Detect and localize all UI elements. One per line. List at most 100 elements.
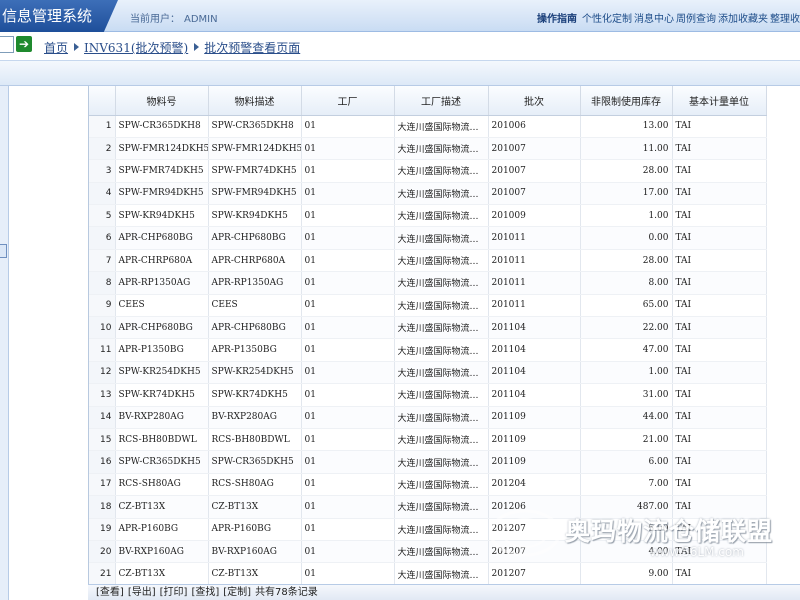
col-header-material-desc[interactable]: 物料描述 — [208, 86, 302, 116]
table-row[interactable]: 2 SPW-FMR124DKH5 SPW-FMR124DKH5 01 大连川盛国际物流…… — [89, 137, 767, 161]
table-row[interactable]: 16 SPW-CR365DKH5 SPW-CR365DKH5 01 大连川盛国际物流… 2… — [89, 450, 767, 474]
row-number: 11 — [89, 338, 116, 362]
col-header-material-no[interactable]: 物料号 — [115, 86, 209, 116]
cell-batch: 201207 — [488, 540, 581, 564]
cell-plant-desc: 大连川盛国际物流… — [394, 428, 489, 452]
col-header-unrestricted-stock[interactable]: 非限制使用库存 — [580, 86, 673, 116]
table-row[interactable]: 6 APR-CHP680BG APR-CHP680BG 01 大连川盛国际物流… 2010… — [89, 226, 767, 250]
table-row[interactable]: 12 SPW-KR254DKH5 SPW-KR254DKH5 01 大连川盛国际物流… 2… — [89, 361, 767, 385]
top-link-personalize[interactable]: 个性化定制 — [582, 14, 632, 25]
col-header-plant-desc[interactable]: 工厂描述 — [394, 86, 489, 116]
cell-material-no: APR-CHP680BG — [115, 316, 209, 340]
cell-material-no: SPW-CR365DKH8 — [115, 115, 209, 138]
cell-batch: 201109 — [488, 428, 581, 452]
cell-material-no: APR-RP1350AG — [115, 271, 209, 295]
table-row[interactable]: 13 SPW-KR74DKH5 SPW-KR74DKH5 01 大连川盛国际物流… 201… — [89, 383, 767, 407]
row-number: 10 — [89, 316, 116, 340]
cell-plant-desc: 大连川盛国际物流… — [394, 338, 489, 362]
cell-material-desc: APR-RP1350AG — [208, 271, 302, 295]
cell-batch: 201109 — [488, 450, 581, 474]
table-row[interactable]: 10 APR-CHP680BG APR-CHP680BG 01 大连川盛国际物流… 201… — [89, 316, 767, 340]
cell-material-no: APR-P160BG — [115, 518, 209, 541]
cell-unrestricted-stock: 44.00 — [580, 406, 673, 429]
row-number: 2 — [89, 137, 116, 161]
breadcrumb-arrow-icon — [194, 43, 200, 51]
breadcrumb-current-page[interactable]: 批次预警查看页面 — [204, 41, 300, 55]
cell-plant-desc: 大连川盛国际物流… — [394, 562, 489, 586]
cell-base-unit: TAI — [672, 115, 767, 138]
cell-batch: 201006 — [488, 115, 581, 138]
cell-plant: 01 — [301, 518, 395, 541]
cell-unrestricted-stock: 13.00 — [580, 115, 673, 138]
cell-material-no: RCS-BH80BDWL — [115, 428, 209, 452]
cell-material-no: APR-CHP680BG — [115, 226, 209, 250]
cell-batch: 201007 — [488, 137, 581, 161]
table-row[interactable]: 11 APR-P1350BG APR-P1350BG 01 大连川盛国际物流… 20110… — [89, 338, 767, 362]
cell-batch: 201206 — [488, 495, 581, 519]
top-link-weekly-query[interactable]: 周例查询 — [676, 14, 716, 25]
cell-material-desc: APR-CHP680BG — [208, 316, 302, 340]
go-arrow-icon[interactable]: ➔ — [16, 36, 32, 52]
cell-plant: 01 — [301, 406, 395, 429]
cell-material-no: SPW-KR254DKH5 — [115, 361, 209, 385]
col-header-plant[interactable]: 工厂 — [301, 86, 395, 116]
cell-batch: 201011 — [488, 271, 581, 295]
table-row[interactable]: 8 APR-RP1350AG APR-RP1350AG 01 大连川盛国际物流… 2010… — [89, 271, 767, 295]
cell-base-unit: TAI — [672, 226, 767, 250]
cell-material-no: SPW-KR74DKH5 — [115, 383, 209, 407]
find-button[interactable]: [查找] — [191, 587, 219, 598]
cell-base-unit: TAI — [672, 361, 767, 385]
table-row[interactable]: 18 CZ-BT13X CZ-BT13X 01 大连川盛国际物流… 201206 487.0… — [89, 495, 767, 519]
print-button[interactable]: [打印] — [160, 587, 188, 598]
row-number: 5 — [89, 204, 116, 228]
table-row[interactable]: 3 SPW-FMR74DKH5 SPW-FMR74DKH5 01 大连川盛国际物流… 20… — [89, 159, 767, 183]
table-row[interactable]: 14 BV-RXP280AG BV-RXP280AG 01 大连川盛国际物流… 20110… — [89, 406, 767, 429]
cell-material-no: CZ-BT13X — [115, 495, 209, 519]
cell-unrestricted-stock: 1.00 — [580, 361, 673, 385]
breadcrumb-module[interactable]: INV631(批次预警) — [84, 41, 188, 55]
quick-jump-input[interactable] — [0, 36, 14, 53]
table-row[interactable]: 20 BV-RXP160AG BV-RXP160AG 01 大连川盛国际物流… 20120… — [89, 540, 767, 564]
view-button[interactable]: [查看] — [96, 587, 124, 598]
breadcrumb-home[interactable]: 首页 — [44, 41, 68, 55]
col-header-batch[interactable]: 批次 — [488, 86, 581, 116]
cell-material-desc: CZ-BT13X — [208, 562, 302, 586]
cell-base-unit: TAI — [672, 473, 767, 497]
table-row[interactable]: 4 SPW-FMR94DKH5 SPW-FMR94DKH5 01 大连川盛国际物流… 20… — [89, 182, 767, 206]
top-link-message-center[interactable]: 消息中心 — [634, 14, 674, 25]
cell-plant-desc: 大连川盛国际物流… — [394, 249, 489, 273]
table-row[interactable]: 17 RCS-SH80AG RCS-SH80AG 01 大连川盛国际物流… 201204 7… — [89, 473, 767, 497]
cell-batch: 201109 — [488, 406, 581, 429]
cell-plant: 01 — [301, 428, 395, 452]
cell-plant: 01 — [301, 450, 395, 474]
cell-material-desc: BV-RXP280AG — [208, 406, 302, 429]
top-link-organize[interactable]: 整理收 — [770, 14, 800, 25]
cell-material-no: SPW-CR365DKH5 — [115, 450, 209, 474]
table-row[interactable]: 1 SPW-CR365DKH8 SPW-CR365DKH8 01 大连川盛国际物流… 20… — [89, 115, 767, 138]
cell-plant-desc: 大连川盛国际物流… — [394, 115, 489, 138]
table-row[interactable]: 15 RCS-BH80BDWL RCS-BH80BDWL 01 大连川盛国际物流… 201… — [89, 428, 767, 452]
operation-guide-link[interactable]: 操作指南 — [537, 14, 577, 25]
left-collapse-tab[interactable] — [0, 244, 7, 258]
table-row[interactable]: 7 APR-CHRP680A APR-CHRP680A 01 大连川盛国际物流… 2010… — [89, 249, 767, 273]
cell-plant-desc: 大连川盛国际物流… — [394, 316, 489, 340]
customize-button[interactable]: [定制] — [223, 587, 251, 598]
cell-plant-desc: 大连川盛国际物流… — [394, 383, 489, 407]
export-button[interactable]: [导出] — [128, 587, 156, 598]
table-row[interactable]: 5 SPW-KR94DKH5 SPW-KR94DKH5 01 大连川盛国际物流… 2010… — [89, 204, 767, 228]
cell-base-unit: TAI — [672, 159, 767, 183]
cell-unrestricted-stock: 4.00 — [580, 540, 673, 564]
cell-plant-desc: 大连川盛国际物流… — [394, 406, 489, 429]
row-number: 15 — [89, 428, 116, 452]
table-row[interactable]: 19 APR-P160BG APR-P160BG 01 大连川盛国际物流… 201207 5… — [89, 518, 767, 541]
table-row[interactable]: 21 CZ-BT13X CZ-BT13X 01 大连川盛国际物流… 201207 9.00 T… — [89, 562, 767, 586]
top-link-add-favorite[interactable]: 添加收藏夹 — [718, 14, 768, 25]
current-user-name: ADMIN — [184, 14, 218, 25]
cell-base-unit: TAI — [672, 562, 767, 586]
cell-material-desc: RCS-BH80BDWL — [208, 428, 302, 452]
table-row[interactable]: 9 CEES CEES 01 大连川盛国际物流… 201011 65.00 TAI — [89, 294, 767, 318]
table-body: 1 SPW-CR365DKH8 SPW-CR365DKH8 01 大连川盛国际物流… 20… — [89, 115, 767, 586]
cell-plant-desc: 大连川盛国际物流… — [394, 226, 489, 250]
col-header-base-unit[interactable]: 基本计量单位 — [672, 86, 767, 116]
cell-batch: 201007 — [488, 182, 581, 206]
